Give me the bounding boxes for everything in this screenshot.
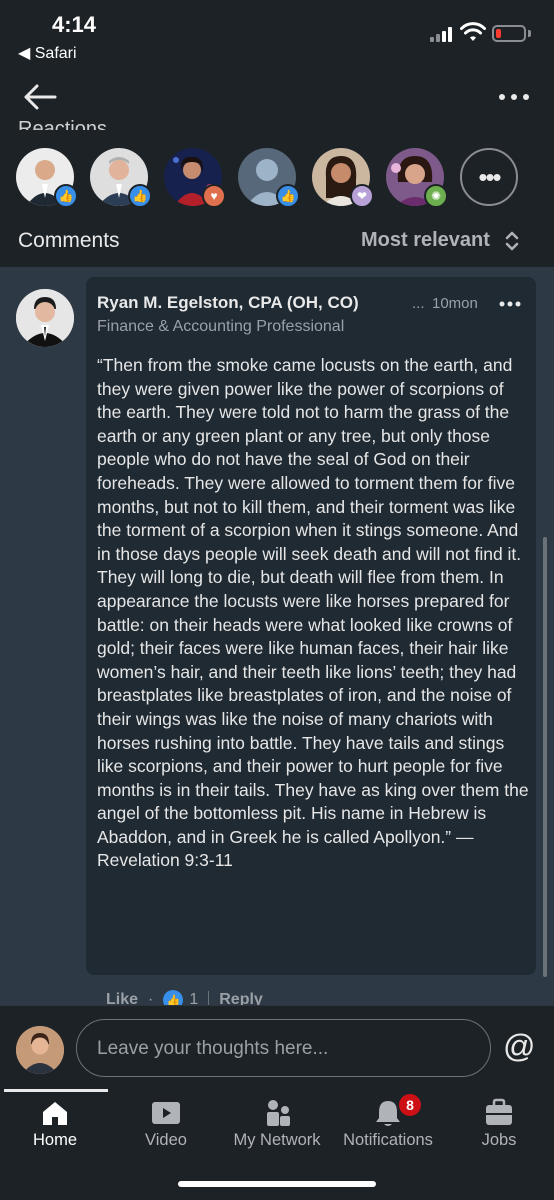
tab-label: Home <box>32 1131 77 1149</box>
signal-icon <box>430 26 456 42</box>
love-reaction-icon: ♥ <box>202 184 226 208</box>
network-icon <box>267 1100 290 1126</box>
comment-author-headline: Finance & Accounting Professional <box>97 318 345 335</box>
wifi-icon <box>460 22 486 41</box>
notifications-count-badge: 8 <box>397 1092 423 1118</box>
like-reaction-icon: 👍 <box>276 184 300 208</box>
celebrate-reaction-icon: ✺ <box>424 184 448 208</box>
reactor-avatar[interactable]: 👍 <box>90 148 152 208</box>
tab-home[interactable]: Home <box>0 1089 110 1159</box>
home-indicator[interactable] <box>178 1181 376 1187</box>
comment-author-name[interactable]: Ryan M. Egelston, CPA (OH, CO) <box>97 293 359 313</box>
status-time: 4:14 <box>52 12 97 37</box>
support-reaction-icon: ❤ <box>350 184 374 208</box>
battery-tip <box>528 30 531 37</box>
tab-notifications[interactable]: Notifications <box>333 1089 443 1159</box>
reactions-label: Reactions <box>18 118 107 130</box>
sort-dropdown[interactable]: Most relevant <box>361 229 520 252</box>
reactors-row: 👍 👍 ♥ 👍 ❤ ✺ ••• <box>16 148 536 208</box>
reactor-avatar[interactable]: ❤ <box>312 148 374 208</box>
comment-more-icon[interactable] <box>498 297 522 311</box>
more-options-icon[interactable] <box>496 86 532 108</box>
briefcase-icon <box>486 1098 512 1125</box>
tab-jobs[interactable]: Jobs <box>444 1089 554 1159</box>
reactor-avatar[interactable]: ✺ <box>386 148 448 208</box>
sort-chevrons-icon <box>505 231 519 250</box>
separator-dot: · <box>148 991 154 1005</box>
scrollbar[interactable] <box>543 537 547 977</box>
like-reaction-icon: 👍 <box>54 184 78 208</box>
status-bar: 4:14 ◀ Safari <box>0 0 554 70</box>
like-reaction-icon: 👍 <box>128 184 152 208</box>
comment-thread: Ryan M. Egelston, CPA (OH, CO) ... 10mon… <box>0 267 554 1005</box>
like-count[interactable]: 1 <box>189 991 198 1005</box>
comment-timestamp: 10mon <box>432 295 478 312</box>
back-to-safari-link[interactable]: ◀ Safari <box>18 43 77 63</box>
tab-label: My Network <box>233 1131 321 1149</box>
tab-video[interactable]: Video <box>111 1089 221 1159</box>
sort-label: Most relevant <box>361 229 490 251</box>
back-arrow-icon[interactable] <box>22 82 58 112</box>
home-icon <box>43 1102 67 1125</box>
reactor-avatar[interactable]: 👍 <box>238 148 300 208</box>
action-divider <box>208 991 210 1005</box>
tab-label: Jobs <box>481 1131 517 1149</box>
like-button[interactable]: Like <box>106 991 138 1005</box>
my-avatar <box>16 1026 64 1074</box>
tab-label: Video <box>145 1131 187 1149</box>
author-truncation: ... <box>412 295 425 312</box>
tab-label: Notifications <box>343 1131 433 1149</box>
like-count-icon: 👍 <box>163 990 184 1005</box>
comment-actions: Like · 👍 1 Reply <box>106 985 263 1005</box>
reply-button[interactable]: Reply <box>219 991 263 1005</box>
mention-icon[interactable]: @ <box>503 1028 535 1065</box>
reactor-avatar[interactable]: ♥ <box>164 148 226 208</box>
battery-icon <box>492 25 526 42</box>
comment-author-avatar[interactable] <box>16 289 74 347</box>
more-reactors-button[interactable]: ••• <box>460 148 518 206</box>
reactor-avatar[interactable]: 👍 <box>16 148 78 208</box>
comment-text: “Then from the smoke came locusts on the… <box>97 355 529 871</box>
comment-input-bar: Leave your thoughts here... @ <box>0 1005 554 1089</box>
comment-input[interactable]: Leave your thoughts here... <box>76 1019 491 1077</box>
video-icon <box>152 1102 180 1124</box>
comments-title: Comments <box>18 229 120 252</box>
tab-my-network[interactable]: My Network <box>222 1089 332 1159</box>
comment-bubble: Ryan M. Egelston, CPA (OH, CO) ... 10mon… <box>86 277 536 975</box>
